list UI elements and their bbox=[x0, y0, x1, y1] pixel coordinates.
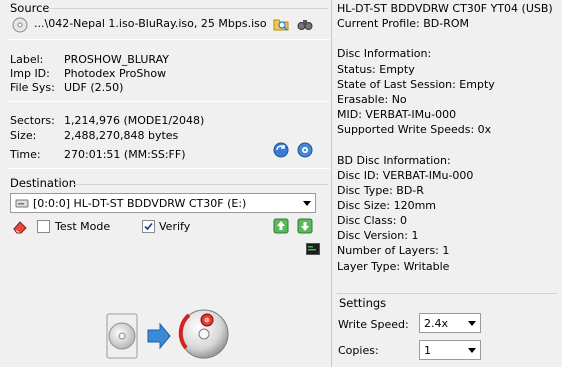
info-line: Disc Class: 0 bbox=[337, 214, 407, 228]
move-up-button[interactable] bbox=[272, 217, 290, 235]
log-button[interactable] bbox=[305, 241, 321, 257]
write-speed-select[interactable]: 2.4x bbox=[419, 313, 481, 333]
divider bbox=[8, 168, 330, 169]
sectors-value: 1,214,976 (MODE1/2048) bbox=[64, 114, 205, 127]
source-file-path: ...\042-Nepal 1.iso-BluRay.iso, 25 Mbps.… bbox=[34, 17, 267, 30]
imp-id-key: Imp ID: bbox=[10, 67, 50, 80]
panel-divider bbox=[331, 0, 332, 367]
disc-image-icon bbox=[12, 17, 28, 33]
disc-info-button[interactable] bbox=[296, 15, 314, 33]
info-line: Disc ID: VERBAT-IMu-000 bbox=[337, 168, 474, 182]
copies-value: 1 bbox=[424, 343, 431, 357]
browse-folder-button[interactable] bbox=[272, 15, 290, 33]
divider bbox=[8, 39, 330, 40]
label-value: PROSHOW_BLURAY bbox=[64, 53, 169, 66]
size-value: 2,488,270,848 bytes bbox=[64, 129, 179, 142]
test-mode-label: Test Mode bbox=[55, 220, 111, 233]
test-mode-checkbox[interactable] bbox=[37, 220, 50, 233]
source-group-line bbox=[48, 8, 328, 9]
settings-group-line bbox=[337, 293, 557, 294]
info-line: State of Last Session: Empty bbox=[337, 77, 495, 91]
info-line: Erasable: No bbox=[337, 92, 407, 106]
info-line: Layer Type: Writable bbox=[337, 259, 450, 273]
destination-title: Destination bbox=[10, 176, 76, 190]
console-icon bbox=[306, 243, 320, 255]
time-key: Time: bbox=[10, 148, 41, 161]
time-value: 270:01:51 (MM:SS:FF) bbox=[64, 148, 186, 161]
write-disc-icon bbox=[106, 309, 229, 359]
divider bbox=[8, 101, 330, 102]
settings-button[interactable] bbox=[296, 141, 314, 159]
info-line: MID: VERBAT-IMu-000 bbox=[337, 108, 457, 122]
destination-drive-select[interactable]: [0:0:0] HL-DT-ST BDDVDRW CT30F (E:) bbox=[10, 193, 316, 213]
settings-title: Settings bbox=[339, 296, 390, 310]
info-line: Disc Version: 1 bbox=[337, 229, 419, 243]
info-line: BD Disc Information: bbox=[337, 153, 451, 167]
refresh-icon bbox=[273, 142, 289, 158]
info-line: Supported Write Speeds: 0x bbox=[337, 123, 492, 137]
folder-search-icon bbox=[273, 19, 289, 31]
copies-label: Copies: bbox=[338, 344, 379, 357]
size-key: Size: bbox=[10, 129, 37, 142]
drive-icon bbox=[15, 197, 29, 209]
chevron-down-icon bbox=[468, 321, 476, 326]
label-key: Label: bbox=[10, 53, 44, 66]
info-line: Current Profile: BD-ROM bbox=[337, 17, 469, 31]
source-title: Source bbox=[10, 1, 50, 15]
erase-disc-button[interactable] bbox=[11, 218, 29, 236]
write-speed-label: Write Speed: bbox=[338, 318, 409, 331]
write-speed-value: 2.4x bbox=[424, 316, 449, 330]
info-line: Disc Type: BD-R bbox=[337, 183, 424, 197]
file-sys-value: UDF (2.50) bbox=[64, 81, 124, 94]
chevron-down-icon bbox=[468, 348, 476, 353]
write-button[interactable] bbox=[104, 300, 230, 364]
info-line: Disc Information: bbox=[337, 47, 432, 61]
imp-id-value: Photodex ProShow bbox=[64, 67, 167, 80]
move-down-button[interactable] bbox=[296, 217, 314, 235]
destination-group-line bbox=[74, 184, 328, 185]
copies-select[interactable]: 1 bbox=[419, 340, 481, 360]
info-line: HL-DT-ST BDDVDRW CT30F YT04 (USB) bbox=[337, 2, 553, 15]
gear-icon bbox=[297, 142, 313, 158]
file-sys-key: File Sys: bbox=[10, 81, 55, 94]
arrow-up-icon bbox=[273, 218, 289, 234]
verify-label: Verify bbox=[159, 220, 191, 233]
info-line: Status: Empty bbox=[337, 62, 415, 76]
arrow-down-icon bbox=[297, 218, 313, 234]
eraser-icon bbox=[13, 221, 27, 234]
info-line: Disc Size: 120mm bbox=[337, 198, 437, 212]
refresh-button[interactable] bbox=[272, 141, 290, 159]
verify-checkbox[interactable] bbox=[142, 220, 155, 233]
sectors-key: Sectors: bbox=[10, 114, 55, 127]
chevron-down-icon bbox=[303, 201, 311, 206]
binoculars-icon bbox=[297, 20, 313, 30]
destination-drive-value: [0:0:0] HL-DT-ST BDDVDRW CT30F (E:) bbox=[33, 196, 247, 210]
info-line: Number of Layers: 1 bbox=[337, 244, 450, 258]
checkmark-icon bbox=[144, 222, 153, 231]
